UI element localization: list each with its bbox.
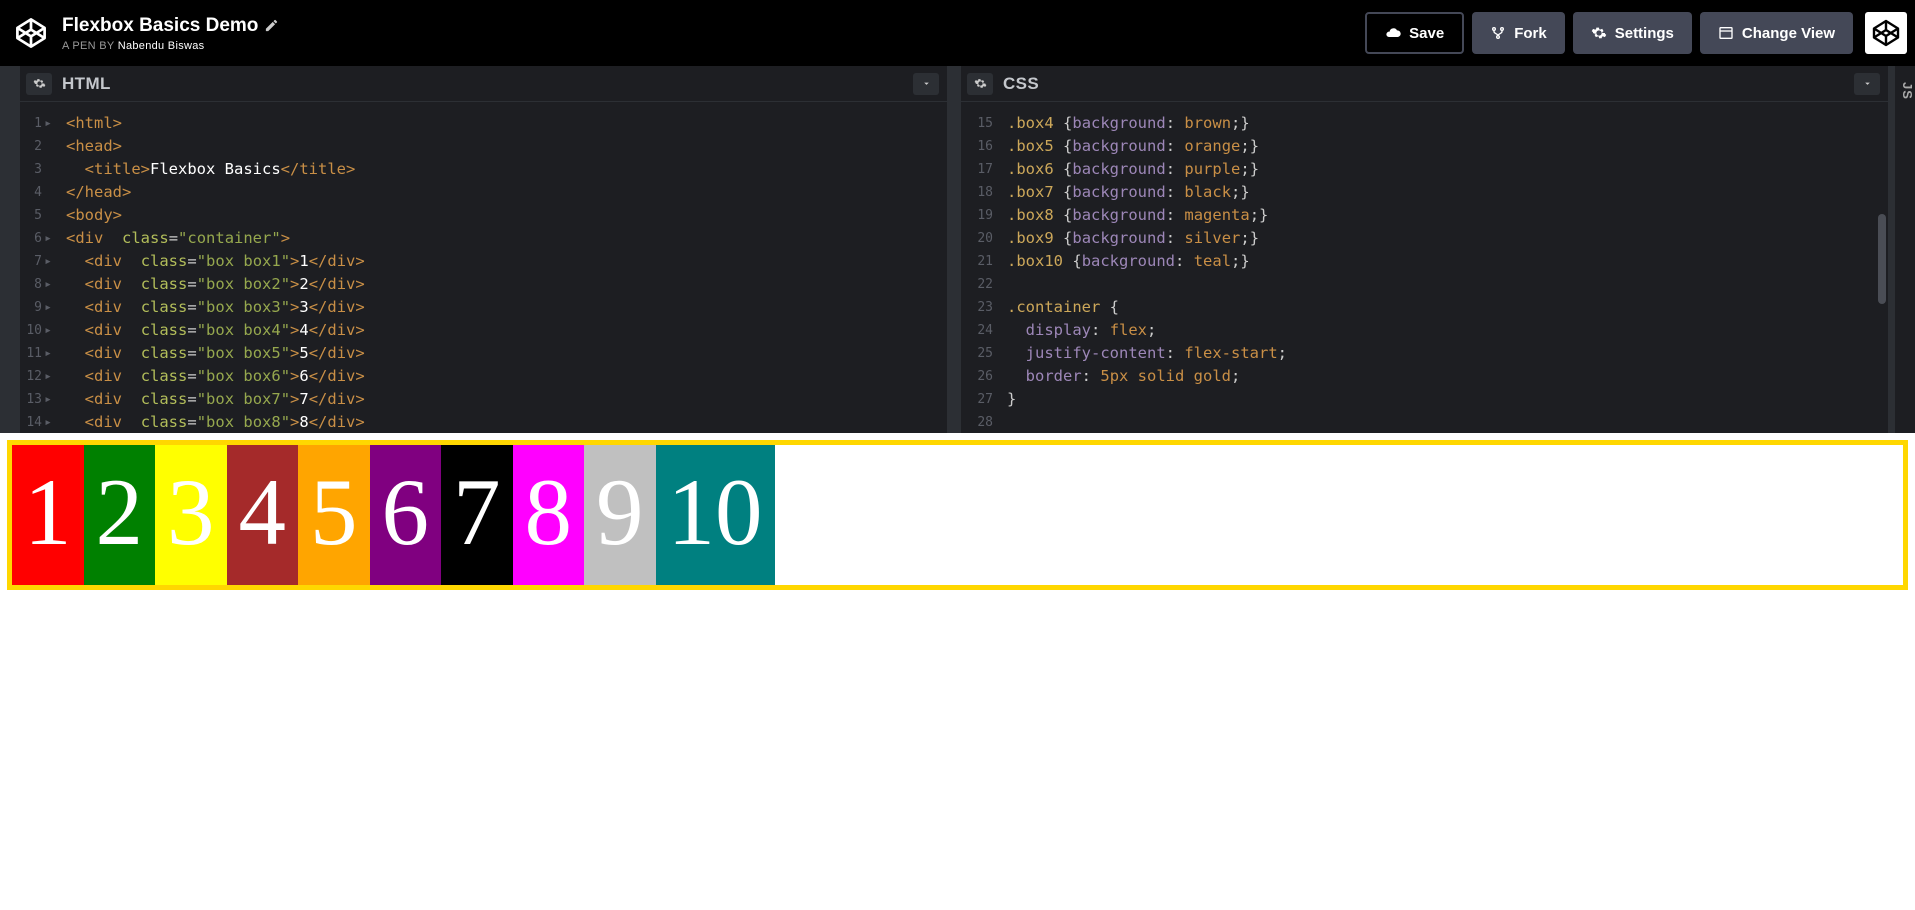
- pen-title[interactable]: Flexbox Basics Demo: [62, 15, 279, 37]
- topbar: Flexbox Basics Demo A PEN BY Nabendu Bis…: [0, 0, 1915, 66]
- codepen-logo[interactable]: [14, 16, 48, 50]
- pen-title-text: Flexbox Basics Demo: [62, 15, 258, 37]
- preview-box: 8: [513, 445, 585, 585]
- fork-button[interactable]: Fork: [1472, 12, 1565, 54]
- html-panel-header: HTML: [20, 66, 947, 102]
- css-code[interactable]: .box4 {background: brown;}.box5 {backgro…: [1001, 102, 1888, 433]
- change-view-button[interactable]: Change View: [1700, 12, 1853, 54]
- cloud-icon: [1385, 25, 1401, 41]
- css-panel-header: CSS: [961, 66, 1888, 102]
- html-panel-caret[interactable]: [913, 73, 939, 95]
- settings-label: Settings: [1615, 25, 1674, 42]
- preview-box: 9: [584, 445, 656, 585]
- chevron-down-icon: [921, 78, 932, 89]
- preview-box: 4: [227, 445, 299, 585]
- preview-box: 10: [656, 445, 775, 585]
- save-button[interactable]: Save: [1365, 12, 1464, 54]
- css-settings-gear[interactable]: [967, 73, 993, 95]
- user-avatar[interactable]: [1865, 12, 1907, 54]
- js-panel-title: JS: [1895, 82, 1915, 100]
- gear-icon: [974, 77, 987, 90]
- flex-container: 12345678910: [7, 440, 1908, 590]
- pen-author[interactable]: Nabendu Biswas: [118, 40, 205, 52]
- editors-row: HTML 1▸2 3 4 5 6▸7▸8▸9▸10▸11▸12▸13▸14▸ <…: [0, 66, 1915, 433]
- preview-box: 6: [370, 445, 442, 585]
- css-panel: CSS 1516171819202122232425262728 .box4 {…: [961, 66, 1888, 433]
- html-code[interactable]: <html><head> <title>Flexbox Basics</titl…: [60, 102, 947, 433]
- layout-icon: [1718, 25, 1734, 41]
- preview-box: 3: [155, 445, 227, 585]
- header-buttons: Save Fork Settings Change View: [1365, 12, 1907, 54]
- preview-area: 12345678910: [0, 433, 1915, 597]
- gear-icon: [33, 77, 46, 90]
- fork-icon: [1490, 25, 1506, 41]
- css-scrollbar-thumb[interactable]: [1878, 214, 1886, 304]
- preview-box: 2: [84, 445, 156, 585]
- preview-box: 1: [12, 445, 84, 585]
- pen-title-block: Flexbox Basics Demo A PEN BY Nabendu Bis…: [62, 15, 279, 52]
- css-gutter: 1516171819202122232425262728: [961, 102, 1001, 433]
- byline-prefix: A PEN BY: [62, 40, 118, 52]
- preview-box: 7: [441, 445, 513, 585]
- html-panel-title: HTML: [62, 74, 111, 94]
- save-label: Save: [1409, 25, 1444, 42]
- gear-icon: [1591, 25, 1607, 41]
- fork-label: Fork: [1514, 25, 1547, 42]
- css-code-area[interactable]: 1516171819202122232425262728 .box4 {back…: [961, 102, 1888, 433]
- html-settings-gear[interactable]: [26, 73, 52, 95]
- pen-byline: A PEN BY Nabendu Biswas: [62, 40, 279, 52]
- pencil-icon[interactable]: [264, 18, 279, 33]
- preview-box: 5: [298, 445, 370, 585]
- js-panel-collapsed[interactable]: JS: [1895, 66, 1915, 433]
- html-gutter: 1▸2 3 4 5 6▸7▸8▸9▸10▸11▸12▸13▸14▸: [20, 102, 60, 433]
- settings-button[interactable]: Settings: [1573, 12, 1692, 54]
- css-panel-title: CSS: [1003, 74, 1039, 94]
- css-panel-caret[interactable]: [1854, 73, 1880, 95]
- html-code-area[interactable]: 1▸2 3 4 5 6▸7▸8▸9▸10▸11▸12▸13▸14▸ <html>…: [20, 102, 947, 433]
- chevron-down-icon: [1862, 78, 1873, 89]
- change-view-label: Change View: [1742, 25, 1835, 42]
- html-panel: HTML 1▸2 3 4 5 6▸7▸8▸9▸10▸11▸12▸13▸14▸ <…: [20, 66, 947, 433]
